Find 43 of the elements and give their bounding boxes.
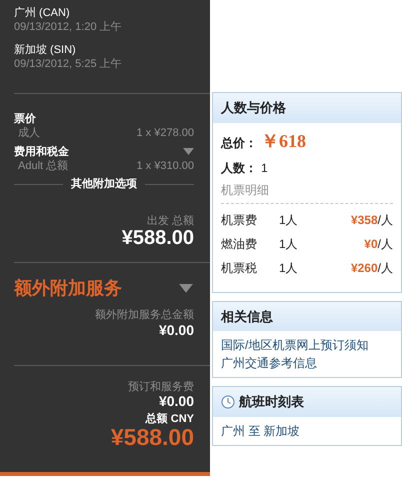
section-heading: 其他附加选项: [71, 177, 137, 192]
fee-count: 1人: [279, 236, 298, 252]
total-label: 预订和服务费: [127, 380, 194, 394]
fare-label: Adult 总额: [18, 159, 68, 174]
grand-total: ¥588.00: [110, 426, 194, 450]
total-price: ￥618: [261, 130, 306, 152]
section-heading: 费用和税金: [14, 144, 69, 160]
total-amount: ¥0.00: [158, 394, 194, 408]
fee-name: 燃油费: [221, 236, 257, 252]
card-title: 相关信息: [213, 302, 401, 331]
card-title: 航班时刻表: [239, 393, 304, 411]
airport-name: 新加坡 (SIN): [14, 42, 77, 57]
section-heading: 票价: [14, 112, 36, 126]
airport-name: 广州 (CAN): [14, 6, 71, 20]
fee-price: ¥260/人: [350, 260, 393, 276]
passenger-label: 人数：: [221, 160, 257, 176]
fare-amount: 1 x ¥278.00: [136, 126, 194, 141]
total-label: 出发 总额: [146, 214, 194, 228]
fee-price: ¥0/人: [364, 236, 393, 252]
fee-count: 1人: [279, 212, 298, 228]
fare-amount: 1 x ¥310.00: [136, 159, 194, 174]
caret-icon[interactable]: [178, 284, 194, 294]
total-label: 总额 CNY: [144, 412, 194, 426]
info-link[interactable]: 广州交通参考信息: [221, 356, 317, 370]
total-label: 总价：: [221, 134, 257, 152]
extras-heading: 额外附加服务: [14, 276, 122, 300]
fare-label: 成人: [18, 126, 40, 141]
route-link[interactable]: 广州 至 新加坡: [221, 424, 300, 438]
total-amount: ¥0.00: [158, 322, 194, 337]
info-link[interactable]: 国际/地区机票网上预订须知: [221, 338, 368, 352]
detail-heading: 机票明细: [221, 182, 270, 198]
card-title: 人数与价格: [213, 93, 401, 122]
fee-price: ¥358/人: [350, 212, 393, 228]
fee-name: 机票税: [221, 260, 257, 276]
fee-name: 机票费: [221, 212, 257, 228]
clock-icon: [221, 394, 235, 409]
caret-icon[interactable]: [183, 148, 194, 156]
flight-time: 09/13/2012, 5:25 上午: [14, 56, 123, 72]
flight-time: 09/13/2012, 1:20 上午: [14, 20, 123, 35]
fee-count: 1人: [279, 260, 298, 276]
total-label: 额外附加服务总金额: [94, 308, 194, 323]
total-amount: ¥588.00: [120, 228, 194, 248]
passenger-count: 1: [261, 160, 268, 176]
